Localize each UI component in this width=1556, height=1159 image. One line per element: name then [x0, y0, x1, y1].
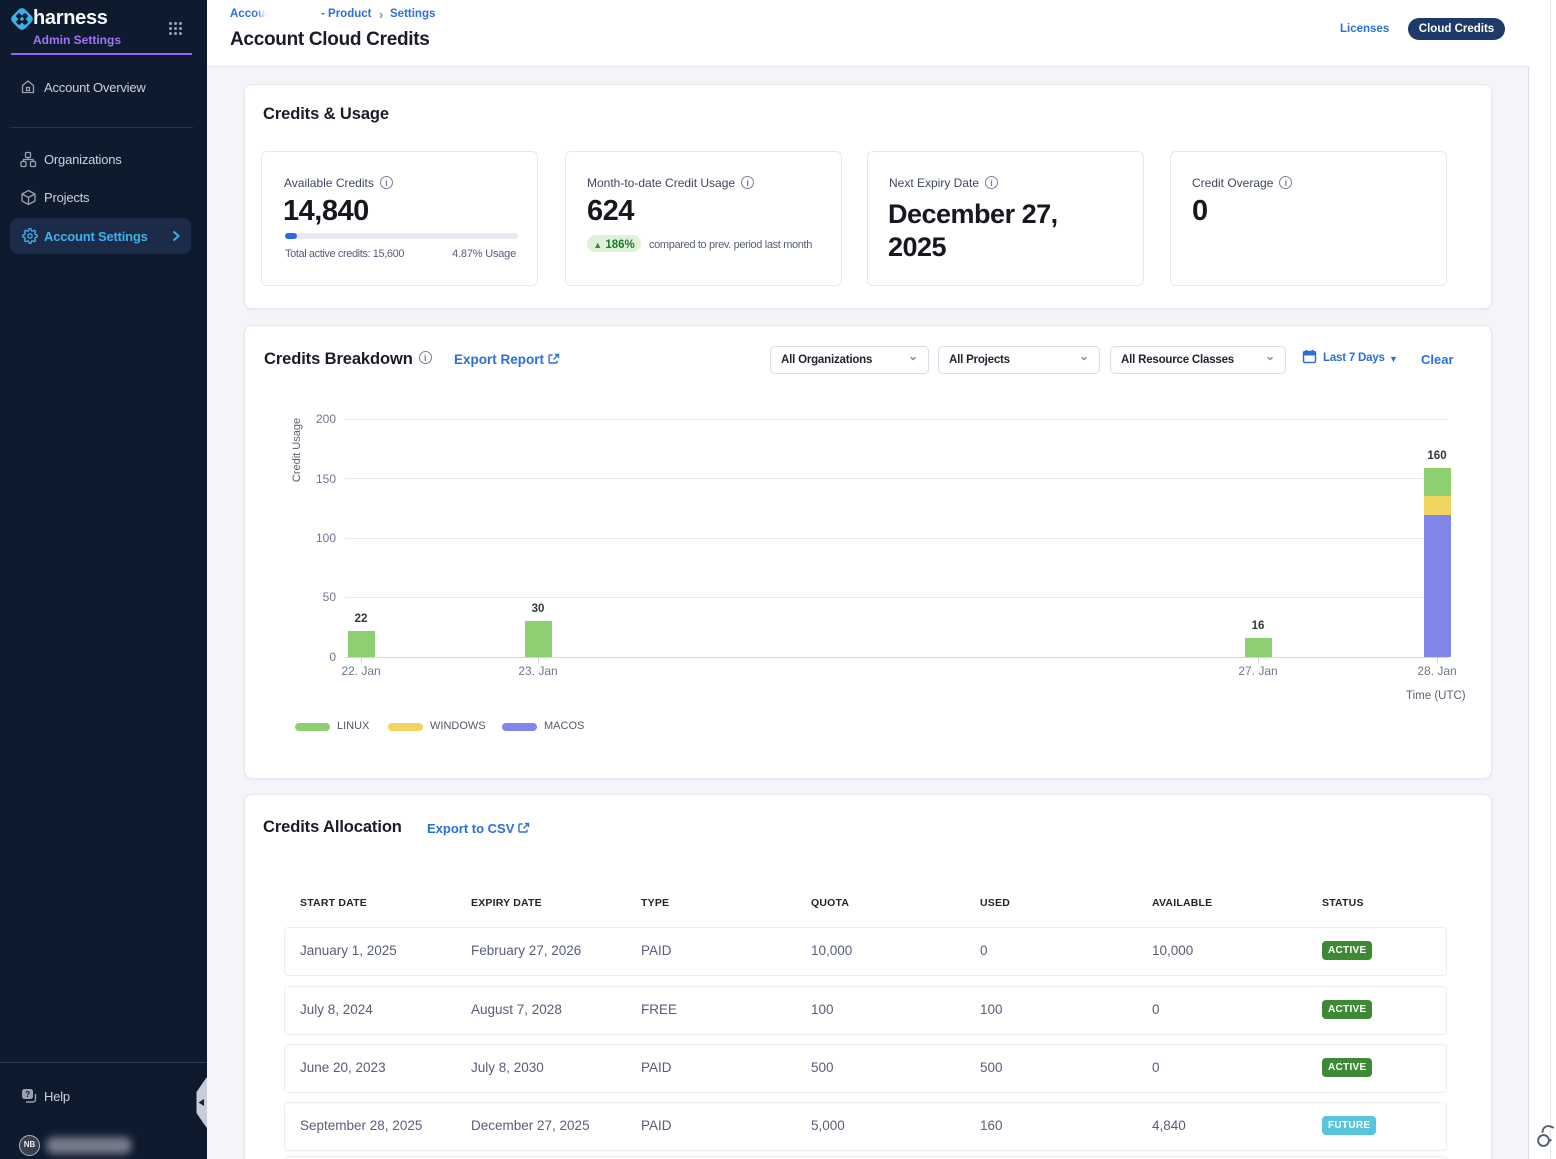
svg-text:?: ? — [25, 1090, 30, 1099]
